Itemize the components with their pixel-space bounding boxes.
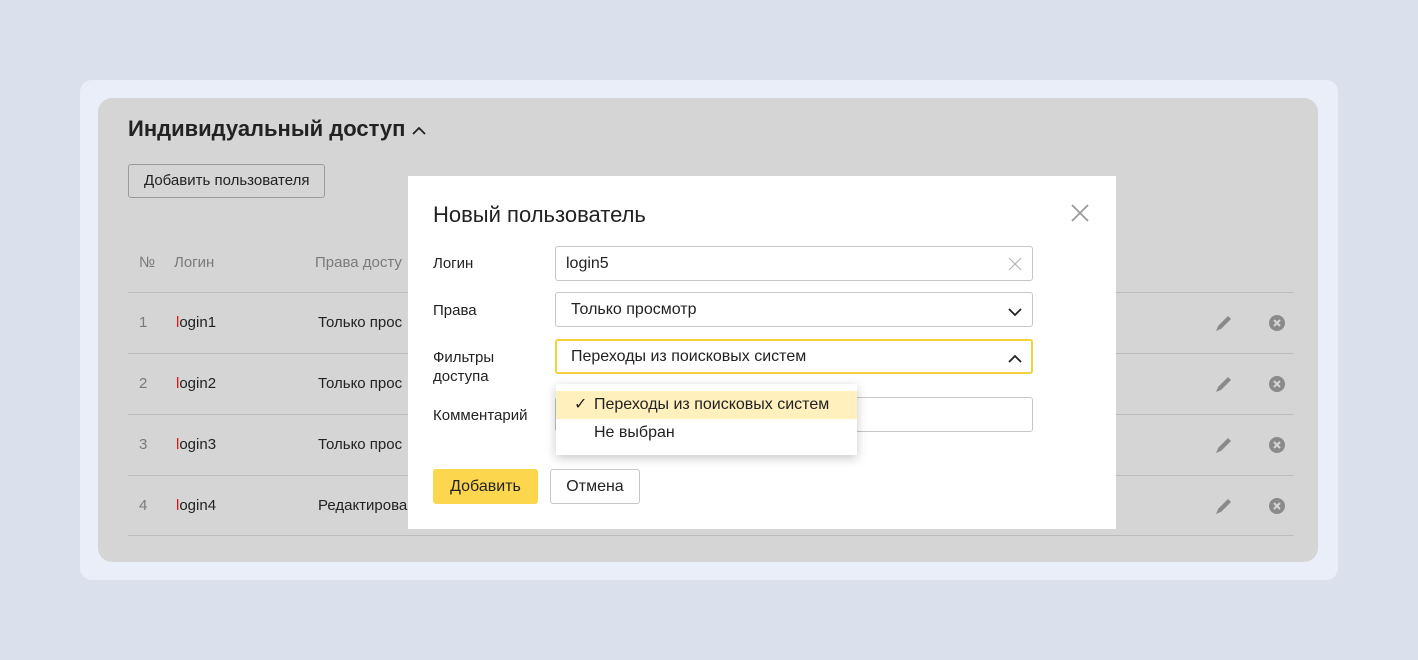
option-label: Переходы из поисковых систем: [594, 396, 830, 413]
pencil-icon[interactable]: [1213, 373, 1235, 395]
chevron-down-icon: [1008, 304, 1022, 317]
chevron-up-icon[interactable]: [411, 123, 427, 139]
pencil-icon[interactable]: [1213, 495, 1235, 517]
login-rest: ogin4: [179, 497, 217, 514]
cancel-button[interactable]: Отмена: [550, 469, 640, 504]
row-login: login2: [176, 375, 216, 392]
filters-label-line1: Фильтры: [433, 349, 495, 366]
row-num: 3: [139, 436, 148, 453]
filters-select-value: Переходы из поисковых систем: [571, 348, 807, 365]
row-rights: Только прос: [318, 314, 403, 331]
comment-label: Комментарий: [433, 407, 528, 424]
pencil-icon[interactable]: [1213, 312, 1235, 334]
rights-label: Права: [433, 302, 477, 319]
dropdown-option-search[interactable]: ✓ Переходы из поисковых систем: [556, 391, 857, 419]
filters-label-line2: доступа: [433, 368, 489, 385]
login-rest: ogin2: [179, 375, 217, 392]
clear-icon[interactable]: [1008, 257, 1022, 271]
header-num: №: [139, 254, 156, 271]
row-rights: Редактирова: [318, 497, 408, 514]
add-user-button[interactable]: Добавить пользователя: [128, 164, 326, 198]
login-label: Логин: [433, 255, 474, 272]
row-login: login1: [176, 314, 216, 331]
row-num: 2: [139, 375, 148, 392]
filters-select[interactable]: Переходы из поисковых систем: [555, 339, 1033, 374]
section-header[interactable]: Индивидуальный доступ: [128, 116, 427, 142]
modal-title: Новый пользователь: [433, 202, 646, 227]
check-icon: ✓: [574, 396, 588, 413]
login-field[interactable]: [555, 246, 1033, 281]
chevron-up-icon: [1008, 351, 1022, 363]
login-rest: ogin1: [179, 314, 217, 331]
row-num: 4: [139, 497, 148, 514]
close-icon[interactable]: [1070, 203, 1090, 223]
header-login: Логин: [174, 254, 215, 271]
filters-label: Фильтры доступа: [433, 348, 494, 386]
login-input[interactable]: [556, 247, 1032, 280]
rights-select[interactable]: Только просмотр: [555, 292, 1033, 327]
remove-circle-icon[interactable]: [1268, 375, 1286, 393]
row-rights: Только прос: [318, 375, 403, 392]
filters-dropdown: ✓ Переходы из поисковых систем Не выбран: [556, 384, 857, 455]
dropdown-option-none[interactable]: Не выбран: [556, 419, 857, 447]
section-title: Индивидуальный доступ: [128, 116, 406, 141]
row-rights: Только прос: [318, 436, 403, 453]
rights-select-value: Только просмотр: [571, 301, 697, 318]
row-num: 1: [139, 314, 148, 331]
option-label: Не выбран: [594, 424, 675, 441]
remove-circle-icon[interactable]: [1268, 436, 1286, 454]
row-login: login4: [176, 497, 216, 514]
new-user-modal: Новый пользователь Логин Права Только пр…: [408, 176, 1116, 529]
pencil-icon[interactable]: [1213, 434, 1235, 456]
remove-circle-icon[interactable]: [1268, 314, 1286, 332]
remove-circle-icon[interactable]: [1268, 497, 1286, 515]
login-rest: ogin3: [179, 436, 217, 453]
add-button[interactable]: Добавить: [433, 469, 538, 504]
header-rights: Права досту: [315, 254, 402, 271]
row-login: login3: [176, 436, 216, 453]
